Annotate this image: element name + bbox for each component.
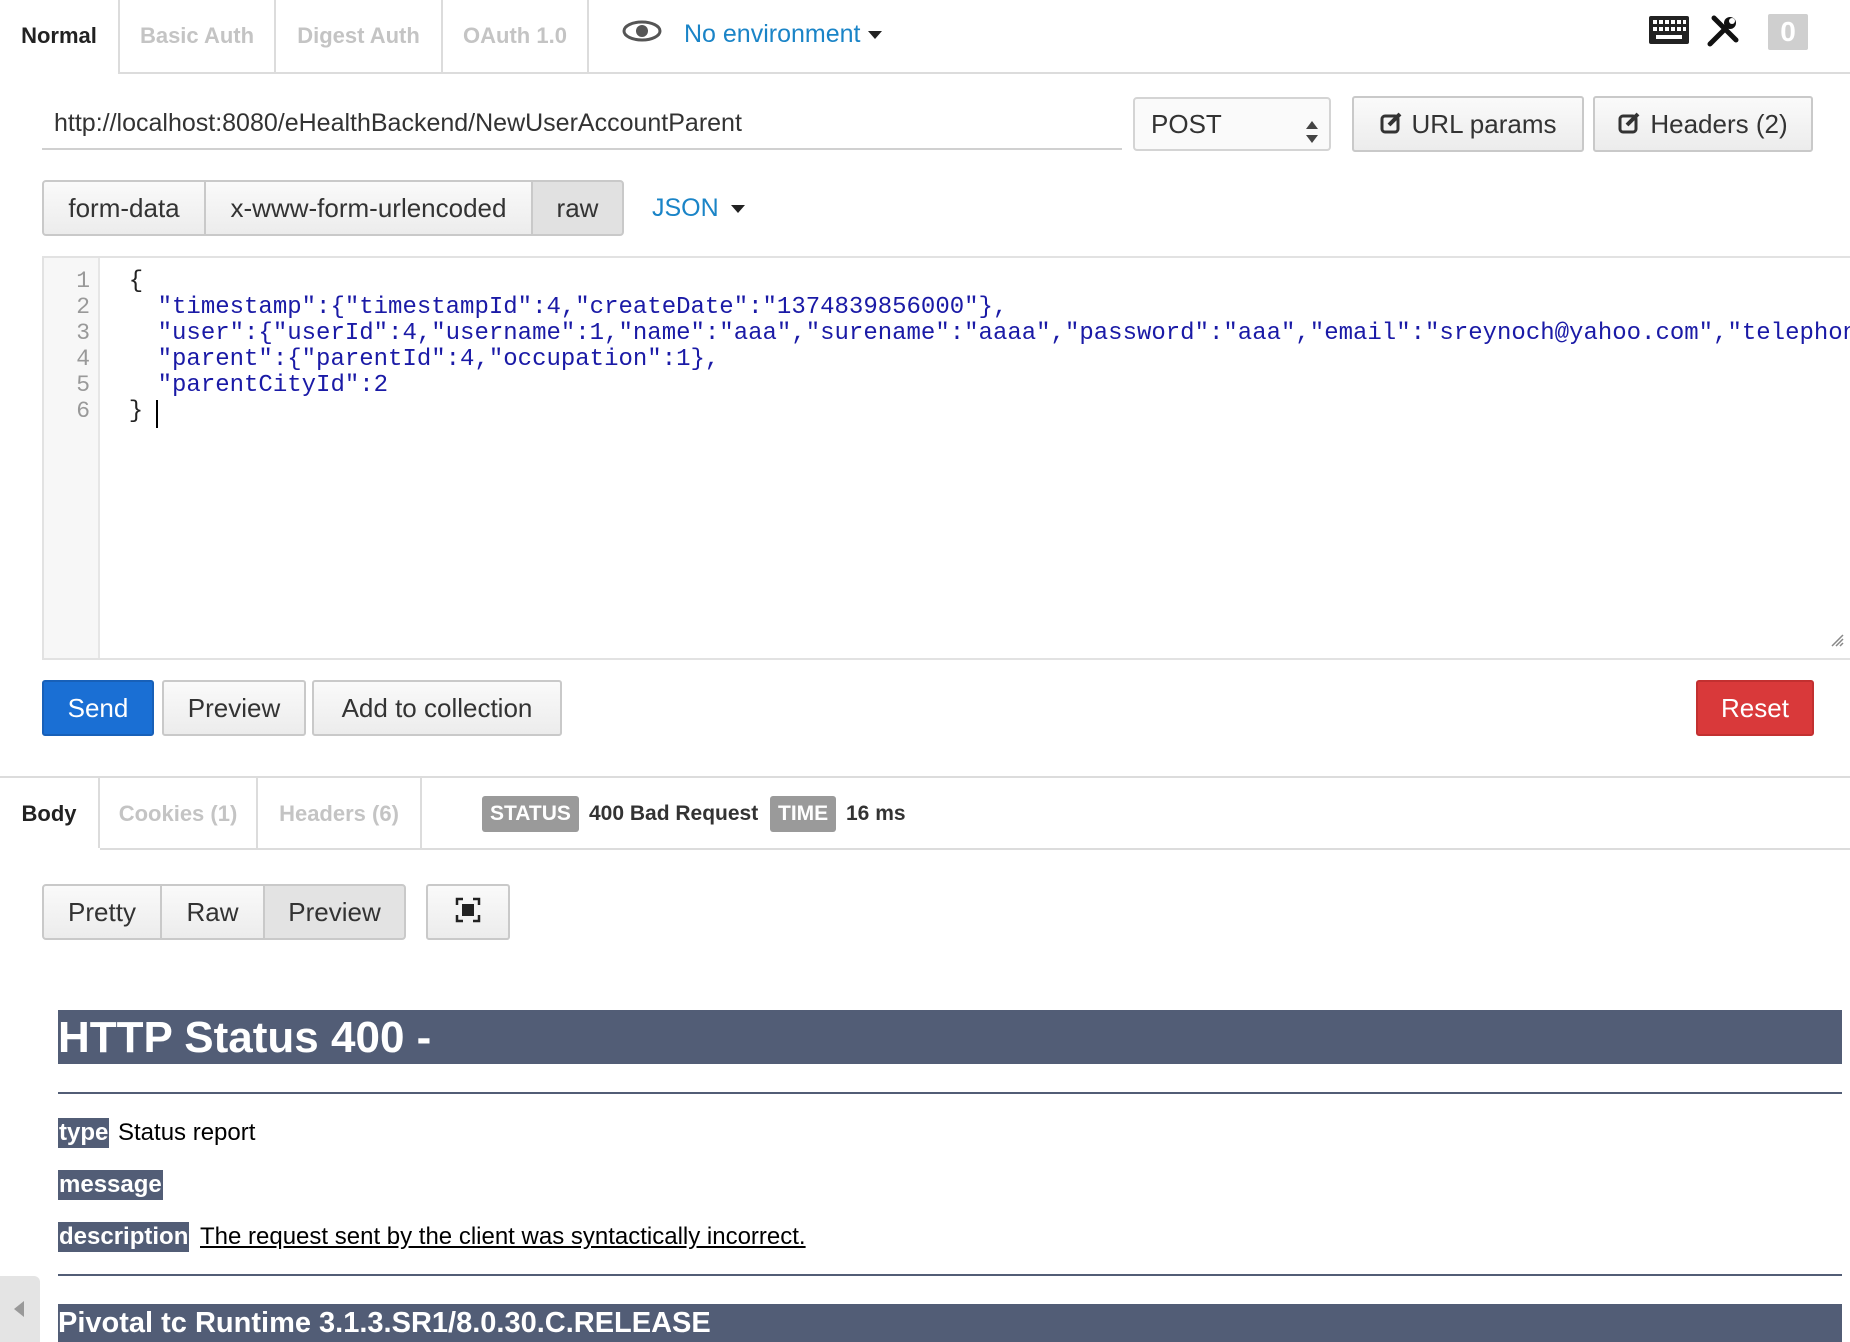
collapse-arrow-icon	[12, 1300, 26, 1323]
environment-selector[interactable]: No environment	[622, 0, 883, 72]
view-mode-raw[interactable]: Raw	[160, 884, 265, 940]
tab-normal[interactable]: Normal	[0, 0, 120, 74]
line-number: 2	[76, 294, 90, 320]
expand-button[interactable]	[426, 884, 510, 940]
url-input[interactable]	[42, 98, 1122, 150]
url-params-button[interactable]: URL params	[1352, 96, 1584, 152]
tab-basic-auth[interactable]: Basic Auth	[120, 0, 276, 72]
headers-label: Headers (2)	[1650, 109, 1788, 139]
chevron-down-icon	[868, 31, 883, 40]
view-mode-preview[interactable]: Preview	[263, 884, 406, 940]
content-type-label: JSON	[652, 194, 719, 222]
time-value: 16 ms	[846, 802, 906, 825]
line-number: 6	[76, 398, 90, 424]
divider	[58, 1092, 1842, 1094]
response-tab-body[interactable]: Body	[0, 778, 100, 848]
status-value: 400 Bad Request	[589, 802, 759, 825]
resize-grip-icon[interactable]	[1830, 633, 1844, 652]
auth-tab-bar: Normal Basic Auth Digest Auth OAuth 1.0 …	[0, 0, 1850, 74]
code-line: }	[100, 398, 144, 425]
time-badge: TIME	[770, 796, 837, 832]
divider	[100, 848, 1850, 850]
preview-button[interactable]: Preview	[162, 680, 306, 736]
chevron-down-icon	[730, 205, 745, 214]
server-footer: Pivotal tc Runtime 3.1.3.SR1/8.0.30.C.RE…	[58, 1304, 1842, 1342]
notification-count-badge[interactable]: 0	[1768, 14, 1808, 50]
code-line: "parentCityId":2	[100, 372, 389, 399]
keyboard-icon[interactable]	[1648, 15, 1690, 50]
method-select[interactable]: POST	[1133, 97, 1331, 151]
response-tab-headers[interactable]: Headers (6)	[258, 778, 422, 848]
expand-icon	[455, 888, 481, 940]
code-line: "parent":{"parentId":4,"occupation":1},	[100, 346, 720, 373]
body-mode-form-data[interactable]: form-data	[42, 180, 206, 236]
raw-body-editor[interactable]: 1 2 3 4 5 6 { "timestamp":{"timestampId"…	[42, 256, 1850, 660]
method-value: POST	[1151, 109, 1222, 139]
error-title: HTTP Status 400 -	[58, 1010, 1842, 1064]
edit-icon	[1380, 100, 1404, 152]
code-line: {	[100, 268, 144, 295]
line-number-gutter: 1 2 3 4 5 6	[44, 258, 100, 658]
environment-label: No environment	[684, 20, 861, 48]
eye-icon	[622, 1, 662, 69]
select-arrows-icon	[1305, 111, 1319, 161]
body-mode-raw[interactable]: raw	[531, 180, 624, 236]
send-button[interactable]: Send	[42, 680, 154, 736]
divider	[58, 1274, 1842, 1276]
text-cursor	[156, 400, 158, 428]
line-number: 4	[76, 346, 90, 372]
sidebar-toggle[interactable]	[0, 1276, 40, 1342]
line-number: 1	[76, 268, 90, 294]
tab-oauth[interactable]: OAuth 1.0	[443, 0, 589, 72]
message-label: message	[58, 1170, 163, 1200]
tools-icon[interactable]	[1706, 14, 1740, 53]
response-tab-cookies[interactable]: Cookies (1)	[100, 778, 258, 848]
code-line: "user":{"userId":4,"username":1,"name":"…	[100, 320, 1850, 347]
content-type-dropdown[interactable]: JSON	[652, 180, 745, 236]
type-label: type	[58, 1118, 110, 1148]
edit-icon	[1618, 100, 1642, 152]
tab-digest-auth[interactable]: Digest Auth	[276, 0, 443, 72]
body-mode-urlencoded[interactable]: x-www-form-urlencoded	[204, 180, 533, 236]
add-to-collection-button[interactable]: Add to collection	[312, 680, 562, 736]
status-badge: STATUS	[482, 796, 579, 832]
line-number: 3	[76, 320, 90, 346]
description-value: The request sent by the client was synta…	[200, 1223, 806, 1250]
reset-button[interactable]: Reset	[1696, 680, 1814, 736]
line-number: 5	[76, 372, 90, 398]
headers-button[interactable]: Headers (2)	[1593, 96, 1813, 152]
description-label: description	[58, 1222, 190, 1252]
type-value: Status report	[118, 1119, 256, 1146]
url-params-label: URL params	[1411, 109, 1557, 139]
view-mode-pretty[interactable]: Pretty	[42, 884, 162, 940]
code-line: "timestamp":{"timestampId":4,"createDate…	[100, 294, 1008, 321]
